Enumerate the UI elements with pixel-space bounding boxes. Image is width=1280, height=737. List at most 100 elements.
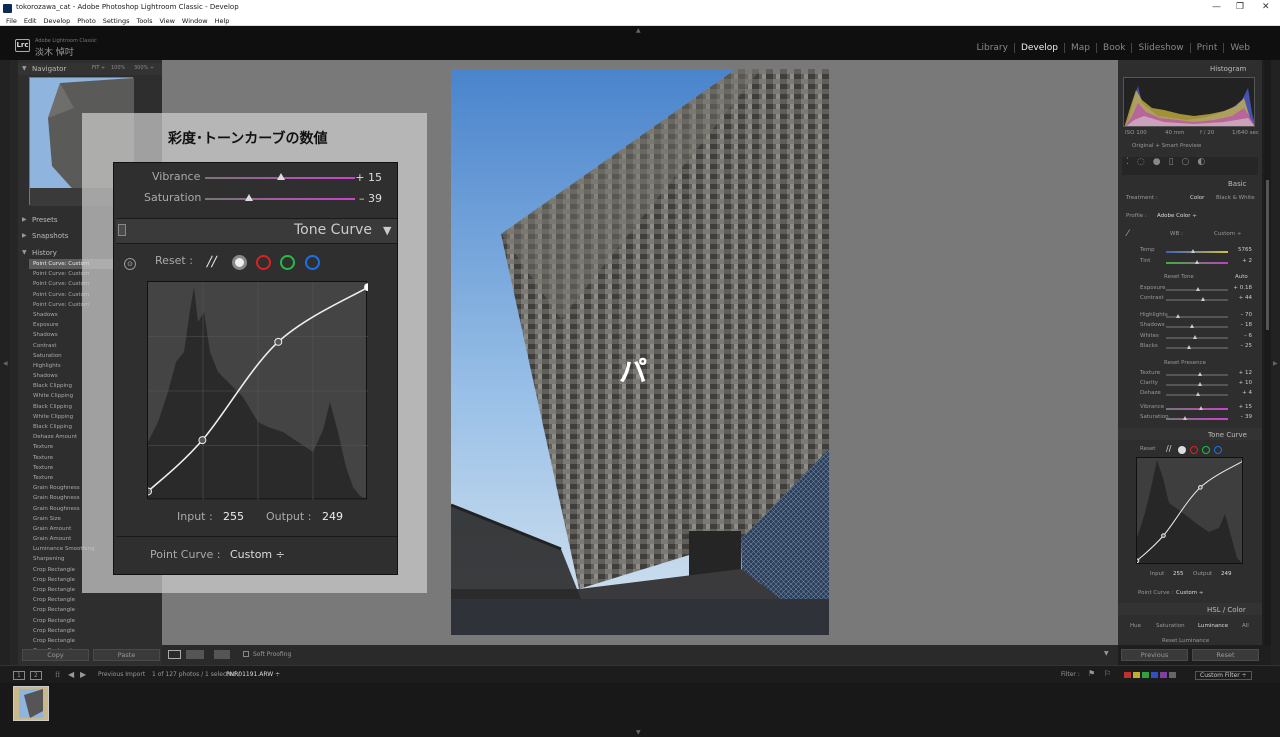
module-map[interactable]: Map: [1064, 43, 1096, 53]
point-curve-select[interactable]: Custom ÷: [230, 548, 285, 561]
file-name[interactable]: PNR01191.ARW ÷: [226, 671, 280, 678]
hsl-title[interactable]: HSL / Color: [1207, 606, 1246, 614]
green-label-icon[interactable]: [1142, 672, 1149, 678]
right-panel-toggle-icon[interactable]: ▶: [1273, 360, 1278, 367]
shadows-slider[interactable]: [1166, 326, 1228, 328]
shadows-value[interactable]: – 18: [1230, 322, 1253, 328]
red-label-icon[interactable]: [1124, 672, 1131, 678]
contrast-slider[interactable]: [1166, 299, 1228, 301]
reset-tone[interactable]: Reset Tone: [1164, 274, 1194, 280]
toolbar-menu-icon[interactable]: ▼: [1104, 650, 1109, 657]
module-print[interactable]: Print: [1189, 43, 1224, 53]
purple-label-icon[interactable]: [1160, 672, 1167, 678]
texture-value[interactable]: + 12: [1230, 370, 1252, 376]
saturation-slider[interactable]: [1166, 418, 1228, 420]
minimize-icon[interactable]: —: [1212, 2, 1221, 12]
eyedropper-icon[interactable]: ⁄: [1127, 229, 1129, 239]
curve-point[interactable]: [1137, 558, 1140, 563]
basic-title[interactable]: Basic: [1228, 180, 1247, 188]
saturation-slider-knob[interactable]: [1182, 416, 1187, 420]
tone-curve-graph[interactable]: [144, 281, 372, 500]
right-point-curve-select[interactable]: Custom ÷: [1176, 590, 1203, 596]
back-arrow-icon[interactable]: ◀: [68, 670, 74, 679]
hsl-tab-hue[interactable]: Hue: [1130, 623, 1141, 629]
exposure-value[interactable]: + 0.18: [1230, 285, 1252, 291]
curve-point[interactable]: [274, 337, 283, 346]
rgb-channel-icon[interactable]: [232, 255, 247, 270]
treatment-bw[interactable]: Black & White: [1216, 195, 1255, 201]
wb-select[interactable]: Custom ÷: [1214, 231, 1241, 237]
collapse-triangle-icon[interactable]: ▼: [383, 224, 391, 237]
yy-view-icon[interactable]: [214, 650, 230, 659]
saturation-value[interactable]: – 39: [1230, 414, 1253, 420]
whites-slider-knob[interactable]: [1192, 335, 1197, 339]
menu-tools[interactable]: Tools: [136, 17, 152, 25]
identity-plate[interactable]: 淡木 悼吋: [35, 45, 74, 58]
exposure-slider-knob[interactable]: [1195, 287, 1200, 291]
parametric-curve-icon[interactable]: ∕∕: [207, 254, 216, 270]
main-photo[interactable]: パ: [451, 69, 829, 635]
right-curve-reset[interactable]: Reset: [1140, 446, 1155, 452]
zoom-fit[interactable]: FIT ÷: [92, 65, 105, 71]
curve-point[interactable]: [144, 487, 152, 496]
texture-slider[interactable]: [1166, 374, 1228, 376]
right-green-channel-icon[interactable]: [1202, 446, 1210, 454]
previous-button[interactable]: Previous: [1121, 649, 1188, 661]
navigator-header[interactable]: ▼ Navigator FIT ÷ 100% 300% ÷: [18, 63, 162, 75]
menu-photo[interactable]: Photo: [77, 17, 96, 25]
reset-label[interactable]: Reset :: [155, 254, 193, 267]
whites-value[interactable]: – 6: [1230, 333, 1252, 339]
grid-icon[interactable]: ⁞⁞: [55, 670, 60, 679]
profile-select[interactable]: Adobe Color ÷: [1157, 213, 1197, 219]
right-tone-curve-graph[interactable]: [1136, 457, 1243, 564]
shadows-slider-knob[interactable]: [1189, 324, 1194, 328]
loupe-view-icon[interactable]: [168, 650, 181, 659]
bottom-panel-toggle-icon[interactable]: ▼: [636, 729, 641, 736]
vibrance-value[interactable]: + 15: [342, 171, 382, 184]
right-red-channel-icon[interactable]: [1190, 446, 1198, 454]
gray-label-icon[interactable]: [1169, 672, 1176, 678]
hsl-tab-luminance[interactable]: Luminance: [1198, 623, 1228, 629]
reset-button[interactable]: Reset: [1192, 649, 1259, 661]
filmstrip-thumbnail[interactable]: [13, 686, 49, 721]
target-adjust-icon[interactable]: ⊙: [124, 258, 136, 270]
blue-label-icon[interactable]: [1151, 672, 1158, 678]
module-library[interactable]: Library: [970, 43, 1013, 53]
temp-slider[interactable]: [1166, 251, 1228, 253]
custom-filter-select[interactable]: Custom Filter ÷: [1195, 671, 1252, 680]
source-label[interactable]: Previous Import: [98, 671, 145, 678]
histogram-title[interactable]: Histogram: [1210, 65, 1246, 73]
contrast-slider-knob[interactable]: [1201, 297, 1206, 301]
menu-develop[interactable]: Develop: [43, 17, 70, 25]
reset-presence[interactable]: Reset Presence: [1164, 360, 1206, 366]
color-label-filters[interactable]: [1124, 672, 1176, 678]
left-panel-toggle-icon[interactable]: ◀: [3, 360, 8, 367]
flag-filter-icon[interactable]: ⚑: [1088, 669, 1095, 678]
forward-arrow-icon[interactable]: ▶: [80, 670, 86, 679]
module-develop[interactable]: Develop: [1013, 43, 1064, 53]
green-channel-icon[interactable]: [280, 255, 295, 270]
curve-point[interactable]: [1161, 533, 1166, 538]
curve-point[interactable]: [1198, 485, 1203, 490]
history-item[interactable]: Crop Rectangle: [29, 616, 159, 626]
tool-strip[interactable]: ⁚◌●▯○◐: [1122, 157, 1258, 175]
vibrance-value[interactable]: + 15: [1230, 404, 1252, 410]
reset-luminance[interactable]: Reset Luminance: [1162, 638, 1209, 644]
dehaze-value[interactable]: + 4: [1230, 390, 1252, 396]
before-after-icon[interactable]: [186, 650, 204, 659]
page-2[interactable]: 2: [30, 671, 42, 680]
dehaze-slider-knob[interactable]: [1195, 392, 1200, 396]
right-blue-channel-icon[interactable]: [1214, 446, 1222, 454]
menu-file[interactable]: File: [6, 17, 17, 25]
copy-button[interactable]: Copy: [22, 649, 89, 661]
tint-slider-knob[interactable]: [1194, 260, 1199, 264]
contrast-value[interactable]: + 44: [1230, 295, 1252, 301]
reject-filter-icon[interactable]: ⚐: [1104, 669, 1111, 678]
blacks-slider-knob[interactable]: [1187, 345, 1192, 349]
menu-view[interactable]: View: [159, 17, 174, 25]
saturation-slider-knob[interactable]: [245, 194, 253, 201]
vibrance-slider-knob[interactable]: [1198, 406, 1203, 410]
curve-point[interactable]: [1241, 459, 1243, 463]
soft-proofing-checkbox[interactable]: [243, 651, 249, 657]
page-1[interactable]: 1: [13, 671, 25, 680]
